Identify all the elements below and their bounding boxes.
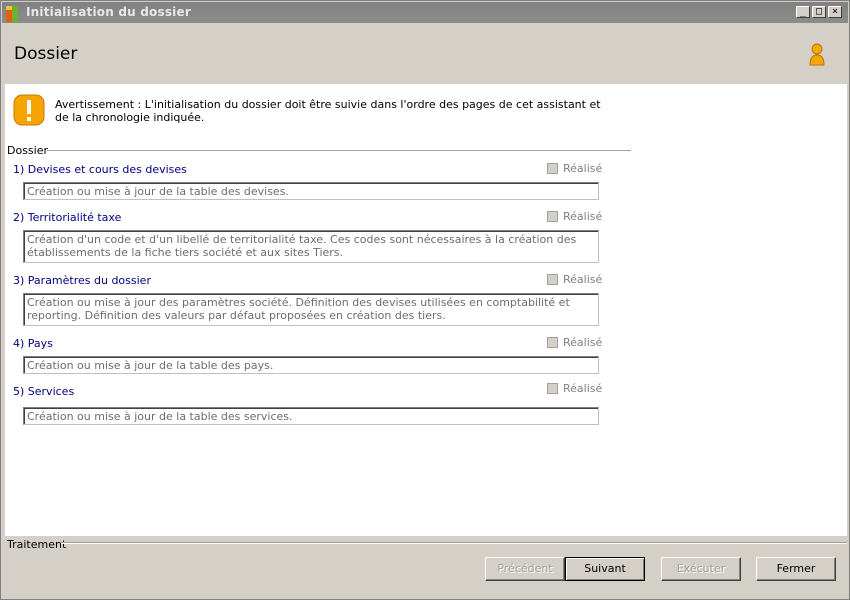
- close-button[interactable]: Fermer: [756, 557, 836, 581]
- warning-text: Avertissement : L'initialisation du doss…: [55, 98, 601, 124]
- step-title-devises: 1) Devises et cours des devises: [13, 163, 187, 176]
- checkbox-icon[interactable]: [547, 337, 558, 348]
- checkbox-icon[interactable]: [547, 163, 558, 174]
- step-done-checkbox-services[interactable]: Réalisé: [547, 382, 602, 395]
- warning-icon: [13, 94, 45, 126]
- step-title-services: 5) Services: [13, 385, 75, 398]
- footer-group-label: Traitement: [7, 538, 67, 551]
- step-done-checkbox-devises[interactable]: Réalisé: [547, 162, 602, 175]
- group-divider: [47, 150, 631, 152]
- step-done-checkbox-parametres[interactable]: Réalisé: [547, 273, 602, 286]
- app-icon: [6, 6, 22, 22]
- close-icon[interactable]: ×: [828, 6, 842, 18]
- title-bar[interactable]: Initialisation du dossier _ □ ×: [2, 2, 848, 23]
- wizard-window: Initialisation du dossier _ □ × Dossier …: [0, 0, 850, 600]
- previous-button[interactable]: Précédent: [485, 557, 565, 581]
- checkbox-icon[interactable]: [547, 274, 558, 285]
- step-title-territorialite: 2) Territorialité taxe: [13, 211, 122, 224]
- execute-button[interactable]: Exécuter: [661, 557, 741, 581]
- next-button[interactable]: Suivant: [565, 557, 645, 581]
- wizard-content: Avertissement : L'initialisation du doss…: [5, 84, 847, 536]
- page-title: Dossier: [14, 44, 78, 64]
- footer-divider: [61, 542, 847, 544]
- wizard-header: Dossier: [2, 24, 848, 83]
- step-title-pays: 4) Pays: [13, 337, 53, 350]
- maximize-icon[interactable]: □: [812, 6, 826, 18]
- minimize-icon[interactable]: _: [796, 6, 810, 18]
- window-title: Initialisation du dossier: [26, 5, 191, 19]
- step-description-devises: Création ou mise à jour de la table des …: [23, 182, 599, 200]
- step-done-checkbox-pays[interactable]: Réalisé: [547, 336, 602, 349]
- step-title-parametres: 3) Paramètres du dossier: [13, 274, 151, 287]
- step-description-services: Création ou mise à jour de la table des …: [23, 407, 599, 425]
- group-label: Dossier: [7, 144, 52, 157]
- user-icon: [809, 43, 825, 66]
- checkbox-icon[interactable]: [547, 383, 558, 394]
- checkbox-icon[interactable]: [547, 211, 558, 222]
- step-description-parametres: Création ou mise à jour des paramètres s…: [23, 293, 599, 326]
- step-description-pays: Création ou mise à jour de la table des …: [23, 356, 599, 374]
- step-done-checkbox-territorialite[interactable]: Réalisé: [547, 210, 602, 223]
- step-description-territorialite: Création d'un code et d'un libellé de te…: [23, 230, 599, 263]
